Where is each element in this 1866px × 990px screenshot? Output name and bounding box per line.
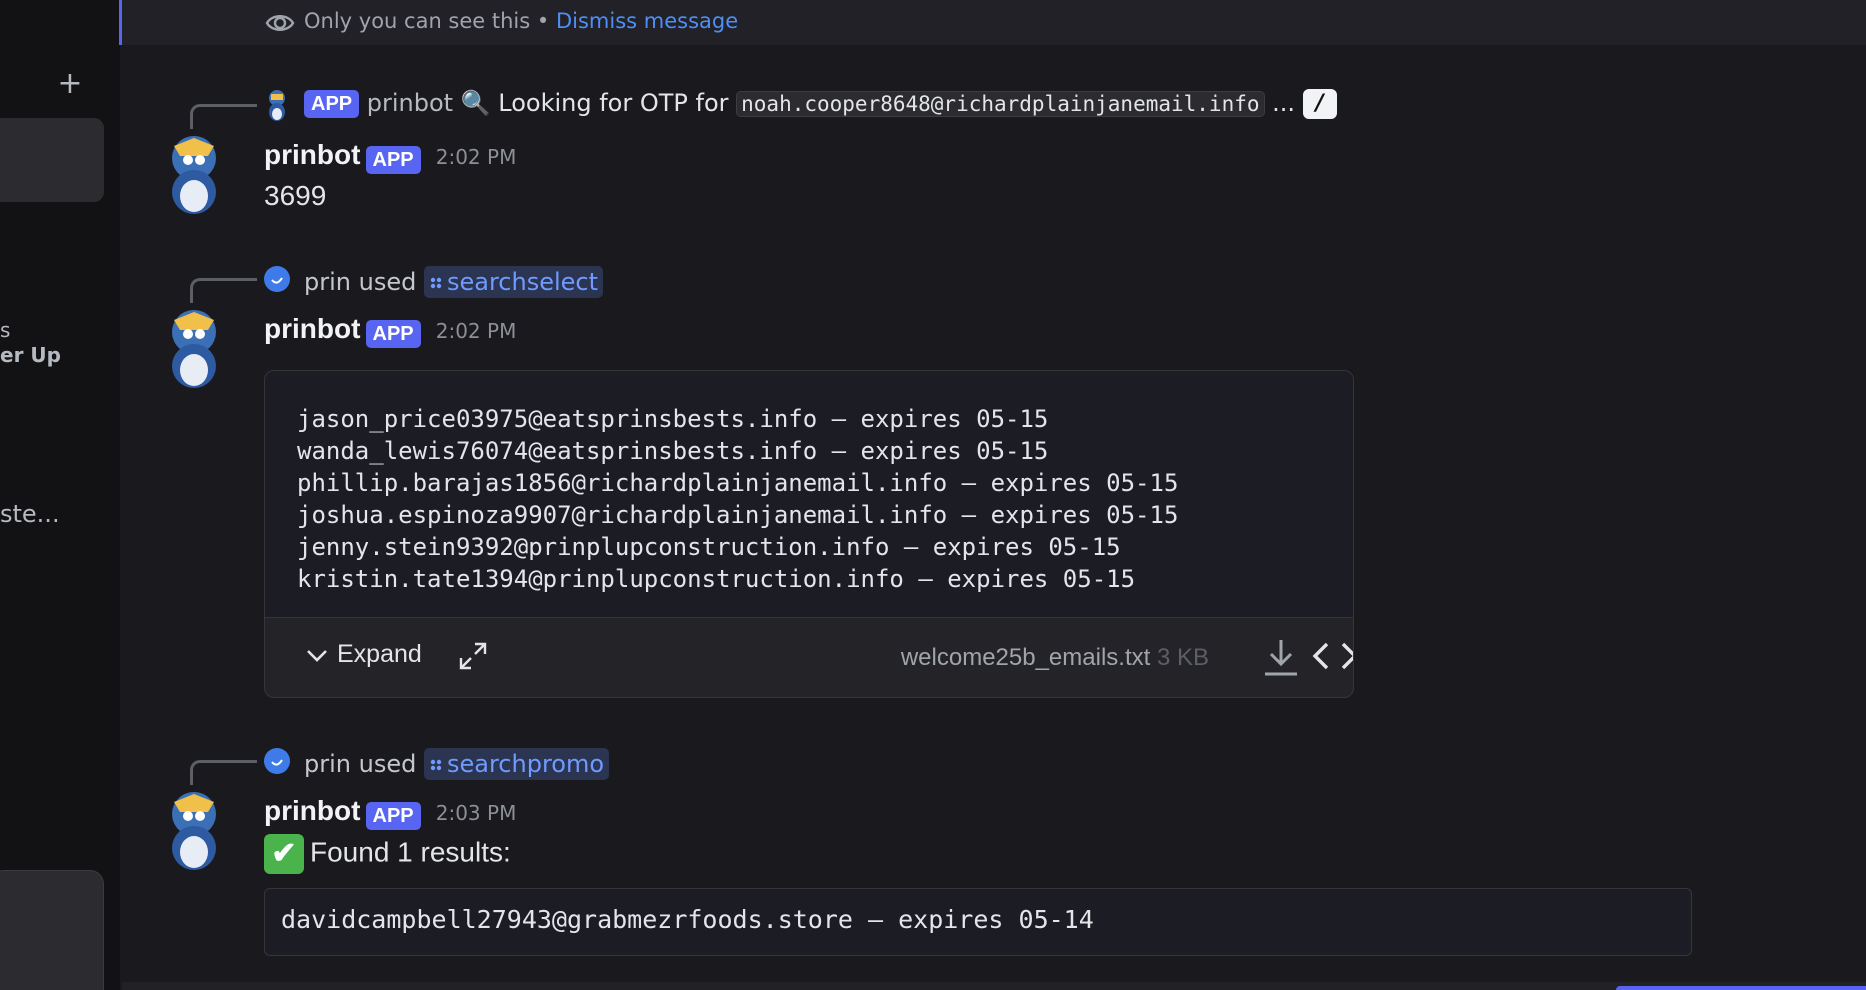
- file-preview: jason_price03975@eatsprinsbests.info — e…: [265, 371, 1353, 618]
- command-name[interactable]: searchpromo: [447, 750, 604, 778]
- command-icon: [430, 759, 442, 771]
- sidebar-text-fragment[interactable]: s: [0, 318, 10, 342]
- file-line: joshua.espinoza9907@richardplainjanemail…: [297, 501, 1179, 529]
- file-line: jenny.stein9392@prinplupconstruction.inf…: [297, 533, 1121, 561]
- reply-preview[interactable]: APP prinbot 🔍 Looking for OTP for noah.c…: [304, 88, 1337, 119]
- reply-inline-code: noah.cooper8648@richardplainjanemail.inf…: [736, 91, 1265, 117]
- slash-command-icon[interactable]: /: [1302, 89, 1337, 119]
- message-content: 3699: [264, 180, 327, 211]
- reply-author[interactable]: prinbot: [367, 89, 453, 117]
- timestamp[interactable]: 2:03 PM: [436, 801, 517, 825]
- file-line: phillip.barajas1856@richardplainjanemail…: [297, 469, 1179, 497]
- dismiss-message-link[interactable]: Dismiss message: [556, 9, 738, 33]
- ephemeral-separator: •: [530, 9, 556, 33]
- sidebar-panel: [0, 870, 104, 990]
- timestamp[interactable]: 2:02 PM: [436, 145, 517, 169]
- file-size: 3 KB: [1156, 644, 1209, 671]
- message-header: prinbot APP 2:03 PM: [264, 794, 516, 832]
- username[interactable]: prinbot: [264, 313, 360, 344]
- reply-ellipsis: ...: [1272, 89, 1296, 117]
- reply-action: used: [358, 750, 417, 778]
- chat-area: Only you can see this • Dismiss message …: [122, 0, 1866, 990]
- reply-connector: [190, 760, 257, 785]
- reply-preview[interactable]: prin used searchselect: [304, 266, 604, 298]
- file-line: kristin.tate1394@prinplupconstruction.in…: [297, 565, 1136, 593]
- plus-icon[interactable]: +: [56, 69, 84, 99]
- message-input-edge[interactable]: [122, 982, 1866, 990]
- message-header: prinbot APP 2:02 PM: [264, 312, 516, 350]
- chevron-down-icon: [307, 650, 327, 663]
- bot-avatar[interactable]: [162, 306, 226, 390]
- username[interactable]: prinbot: [264, 139, 360, 170]
- command-chip[interactable]: searchselect: [423, 266, 604, 298]
- ephemeral-text: Only you can see this • Dismiss message: [304, 9, 738, 33]
- fullscreen-icon[interactable]: [457, 640, 489, 672]
- app-badge: APP: [365, 801, 421, 830]
- code-icon[interactable]: [1311, 638, 1354, 674]
- accent-bar: [1616, 986, 1866, 990]
- reply-preview[interactable]: prin used searchpromo: [304, 748, 610, 780]
- check-emoji-icon: ✔: [264, 834, 304, 874]
- file-name[interactable]: welcome25b_emails.txt 3 KB: [901, 644, 1209, 672]
- user-avatar[interactable]: [264, 748, 290, 774]
- reply-connector: [190, 104, 257, 129]
- message-text: Found 1 results:: [310, 836, 511, 868]
- sidebar-active-item[interactable]: [0, 118, 104, 202]
- expand-button[interactable]: Expand: [305, 640, 422, 669]
- reply-action: used: [358, 268, 417, 296]
- user-avatar[interactable]: [264, 266, 290, 292]
- message-content: ✔ Found 1 results:: [264, 834, 511, 874]
- magnifier-emoji-icon: 🔍: [460, 89, 491, 117]
- timestamp[interactable]: 2:02 PM: [436, 319, 517, 343]
- code-block: davidcampbell27943@grabmezrfoods.store —…: [264, 888, 1692, 956]
- sidebar-text-fragment[interactable]: er Up: [0, 343, 61, 367]
- command-icon: [430, 277, 442, 289]
- message-header: prinbot APP 2:02 PM: [264, 138, 516, 176]
- eye-icon: [265, 15, 295, 31]
- command-name[interactable]: searchselect: [447, 268, 598, 296]
- file-line: wanda_lewis76074@eatsprinsbests.info — e…: [297, 437, 1049, 465]
- file-line: jason_price03975@eatsprinsbests.info — e…: [297, 405, 1049, 433]
- expand-label: Expand: [337, 640, 422, 668]
- reply-user[interactable]: prin: [304, 750, 351, 778]
- bot-avatar: [269, 90, 285, 121]
- bot-avatar[interactable]: [162, 132, 226, 216]
- ephemeral-label: Only you can see this: [304, 9, 531, 33]
- reply-text: Looking for OTP for: [498, 89, 729, 117]
- bot-avatar[interactable]: [162, 788, 226, 872]
- app-badge: APP: [365, 145, 421, 174]
- ephemeral-notice: Only you can see this • Dismiss message: [122, 0, 1866, 45]
- code-line: davidcampbell27943@grabmezrfoods.store —…: [281, 905, 1094, 934]
- file-name-text[interactable]: welcome25b_emails.txt: [901, 644, 1150, 671]
- app-badge: APP: [304, 90, 360, 118]
- reply-user[interactable]: prin: [304, 268, 351, 296]
- command-chip[interactable]: searchpromo: [423, 748, 610, 780]
- attachment-footer: Expand welcome25b_emails.txt 3 KB: [265, 618, 1353, 697]
- reply-connector: [190, 278, 257, 303]
- download-icon[interactable]: [1261, 636, 1301, 678]
- username[interactable]: prinbot: [264, 795, 360, 826]
- channel-sidebar: + s er Up ste...: [0, 0, 120, 990]
- file-attachment: jason_price03975@eatsprinsbests.info — e…: [264, 370, 1354, 698]
- app-badge: APP: [365, 319, 421, 348]
- sidebar-text-fragment[interactable]: ste...: [0, 500, 60, 528]
